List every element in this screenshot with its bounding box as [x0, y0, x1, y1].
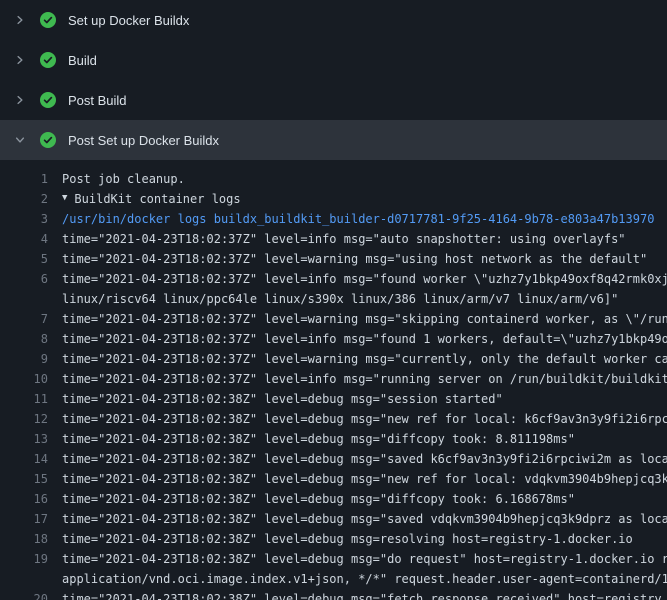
check-circle-icon	[40, 12, 56, 28]
step-header-post-set-up-docker-buildx[interactable]: Post Set up Docker Buildx	[0, 120, 667, 160]
chevron-right-icon[interactable]	[14, 54, 26, 66]
log-line-text: time="2021-04-23T18:02:38Z" level=debug …	[48, 409, 667, 429]
workflow-log-viewer: Set up Docker Buildx Build P	[0, 0, 667, 600]
log-line-text: time="2021-04-23T18:02:38Z" level=debug …	[48, 389, 503, 409]
log-line: 4 time="2021-04-23T18:02:37Z" level=info…	[0, 229, 667, 249]
chevron-right-icon[interactable]	[14, 94, 26, 106]
step-label: Build	[68, 53, 97, 68]
log-line-text: linux/riscv64 linux/ppc64le linux/s390x …	[48, 289, 618, 309]
log-line: 1 Post job cleanup.	[0, 169, 667, 189]
log-lines: 1 Post job cleanup. 2 ▼ BuildKit containe…	[0, 160, 667, 600]
log-line-text: time="2021-04-23T18:02:38Z" level=debug …	[48, 509, 667, 529]
log-line: 14 time="2021-04-23T18:02:38Z" level=deb…	[0, 449, 667, 469]
log-line-number[interactable]: 7	[0, 309, 48, 329]
step-header-build[interactable]: Build	[0, 40, 667, 80]
log-line: 13 time="2021-04-23T18:02:38Z" level=deb…	[0, 429, 667, 449]
log-line-number[interactable]: 16	[0, 489, 48, 509]
log-line-number[interactable]	[0, 569, 48, 589]
log-line-number[interactable]: 2	[0, 189, 48, 209]
step-label: Set up Docker Buildx	[68, 13, 189, 28]
check-circle-icon	[40, 52, 56, 68]
log-line: 20 time="2021-04-23T18:02:38Z" level=deb…	[0, 589, 667, 600]
log-line-text: time="2021-04-23T18:02:37Z" level=info m…	[48, 229, 626, 249]
log-line-number[interactable]: 10	[0, 369, 48, 389]
log-line: 12 time="2021-04-23T18:02:38Z" level=deb…	[0, 409, 667, 429]
log-line-text: time="2021-04-23T18:02:37Z" level=info m…	[48, 269, 667, 289]
log-line-text: time="2021-04-23T18:02:37Z" level=info m…	[48, 329, 667, 349]
log-line-text: time="2021-04-23T18:02:37Z" level=info m…	[48, 369, 667, 389]
log-line-number[interactable]: 15	[0, 469, 48, 489]
log-line-text: application/vnd.oci.image.index.v1+json,…	[48, 569, 667, 589]
steps-list: Set up Docker Buildx Build P	[0, 0, 667, 160]
log-line: 5 time="2021-04-23T18:02:37Z" level=warn…	[0, 249, 667, 269]
log-line-text: time="2021-04-23T18:02:37Z" level=warnin…	[48, 309, 667, 329]
log-line-number[interactable]	[0, 289, 48, 309]
log-line: 19 time="2021-04-23T18:02:38Z" level=deb…	[0, 549, 667, 569]
log-line-text: time="2021-04-23T18:02:38Z" level=debug …	[48, 449, 667, 469]
log-line: 6 time="2021-04-23T18:02:37Z" level=info…	[0, 269, 667, 289]
group-title[interactable]: BuildKit container logs	[74, 189, 240, 209]
step-label: Post Build	[68, 93, 127, 108]
log-line-number[interactable]: 20	[0, 589, 48, 600]
log-line: 11 time="2021-04-23T18:02:38Z" level=deb…	[0, 389, 667, 409]
log-line-number[interactable]: 9	[0, 349, 48, 369]
log-line-number[interactable]: 11	[0, 389, 48, 409]
log-line: 18 time="2021-04-23T18:02:38Z" level=deb…	[0, 529, 667, 549]
log-line: 10 time="2021-04-23T18:02:37Z" level=inf…	[0, 369, 667, 389]
log-line: 17 time="2021-04-23T18:02:38Z" level=deb…	[0, 509, 667, 529]
log-line: linux/riscv64 linux/ppc64le linux/s390x …	[0, 289, 667, 309]
log-line: 3 /usr/bin/docker logs buildx_buildkit_b…	[0, 209, 667, 229]
log-line-text: time="2021-04-23T18:02:37Z" level=warnin…	[48, 249, 647, 269]
log-line-number[interactable]: 18	[0, 529, 48, 549]
log-line-number[interactable]: 17	[0, 509, 48, 529]
log-line-text: time="2021-04-23T18:02:38Z" level=debug …	[48, 489, 575, 509]
log-line-text: /usr/bin/docker logs buildx_buildkit_bui…	[48, 209, 654, 229]
log-line-text: time="2021-04-23T18:02:38Z" level=debug …	[48, 549, 667, 569]
log-line-number[interactable]: 8	[0, 329, 48, 349]
chevron-right-icon[interactable]	[14, 14, 26, 26]
check-circle-icon	[40, 132, 56, 148]
log-line: 9 time="2021-04-23T18:02:37Z" level=warn…	[0, 349, 667, 369]
log-line: 8 time="2021-04-23T18:02:37Z" level=info…	[0, 329, 667, 349]
log-line-number[interactable]: 14	[0, 449, 48, 469]
log-line-number[interactable]: 19	[0, 549, 48, 569]
log-line: 7 time="2021-04-23T18:02:37Z" level=warn…	[0, 309, 667, 329]
log-line-number[interactable]: 4	[0, 229, 48, 249]
log-line-number[interactable]: 1	[0, 169, 48, 189]
log-line-number[interactable]: 5	[0, 249, 48, 269]
log-line: application/vnd.oci.image.index.v1+json,…	[0, 569, 667, 589]
step-label: Post Set up Docker Buildx	[68, 133, 219, 148]
log-line: 16 time="2021-04-23T18:02:38Z" level=deb…	[0, 489, 667, 509]
step-header-set-up-docker-buildx[interactable]: Set up Docker Buildx	[0, 0, 667, 40]
log-line-text: Post job cleanup.	[48, 169, 185, 189]
log-line-text: time="2021-04-23T18:02:38Z" level=debug …	[48, 469, 667, 489]
log-line-number[interactable]: 6	[0, 269, 48, 289]
group-toggle-icon[interactable]: ▼	[62, 189, 67, 208]
check-circle-icon	[40, 92, 56, 108]
log-line-number[interactable]: 3	[0, 209, 48, 229]
log-line-number[interactable]: 13	[0, 429, 48, 449]
log-line-text: time="2021-04-23T18:02:38Z" level=debug …	[48, 589, 662, 600]
log-line-text: time="2021-04-23T18:02:38Z" level=debug …	[48, 529, 633, 549]
step-header-post-build[interactable]: Post Build	[0, 80, 667, 120]
log-line-number[interactable]: 12	[0, 409, 48, 429]
log-line-text: time="2021-04-23T18:02:38Z" level=debug …	[48, 429, 575, 449]
log-line: 2 ▼ BuildKit container logs	[0, 189, 667, 209]
log-line: 15 time="2021-04-23T18:02:38Z" level=deb…	[0, 469, 667, 489]
log-line-text: ▼ BuildKit container logs	[48, 189, 241, 209]
log-line-text: time="2021-04-23T18:02:37Z" level=warnin…	[48, 349, 667, 369]
chevron-down-icon[interactable]	[14, 134, 26, 146]
